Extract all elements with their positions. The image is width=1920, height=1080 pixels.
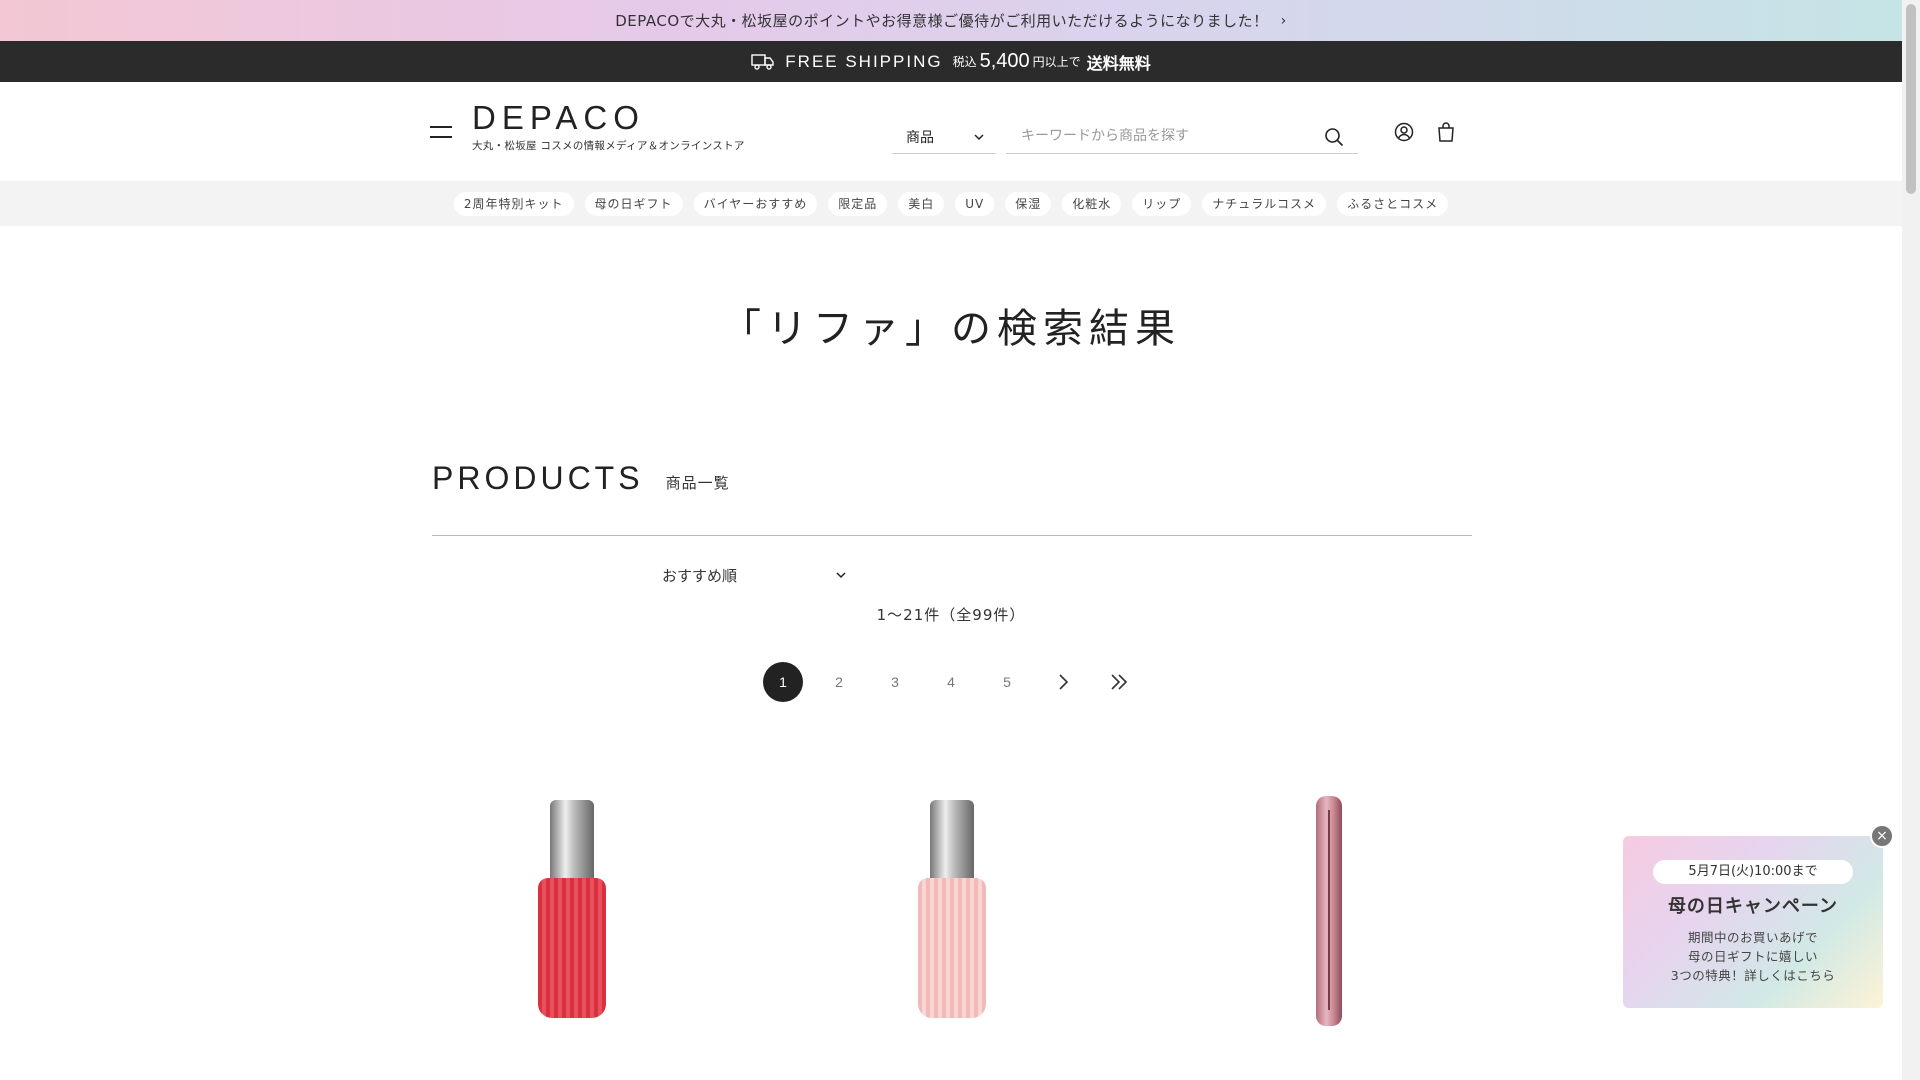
search-category-select[interactable]: 商品 [892, 120, 996, 154]
bottle-cap [550, 800, 594, 880]
scrollbar[interactable] [1902, 0, 1920, 1080]
campaign-line-2: 母の日ギフトに嬉しい [1687, 949, 1818, 964]
page-1-button[interactable]: 1 [763, 662, 803, 702]
tax-label: 税込 [952, 55, 977, 69]
logo-tagline: 大丸・松坂屋 コスメの情報メディア＆オンラインストア [472, 140, 745, 152]
page-2-button[interactable]: 2 [819, 662, 859, 702]
pagination: 1 2 3 4 5 [0, 662, 1902, 702]
tag-whitening[interactable]: 美白 [898, 191, 945, 216]
shipping-threshold: 5,400 [979, 50, 1030, 72]
bottle-cap [930, 800, 974, 880]
tag-anniversary-kit[interactable]: 2周年特別キット [453, 191, 574, 216]
campaign-line-3: 3つの特典！詳しくはこちら [1670, 968, 1836, 983]
page-3-button[interactable]: 3 [875, 662, 915, 702]
last-page-icon[interactable] [1099, 662, 1139, 702]
section-divider [432, 535, 1472, 536]
hair-iron-seam [1328, 810, 1330, 1010]
tag-limited[interactable]: 限定品 [828, 191, 888, 216]
tag-buyer-recommend[interactable]: バイヤーおすすめ [693, 191, 818, 216]
search-category-value: 商品 [906, 129, 934, 146]
products-heading: PRODUCTS 商品一覧 [432, 458, 730, 498]
chevron-down-icon [974, 133, 984, 140]
site-header: DEPACO 大丸・松坂屋 コスメの情報メディア＆オンラインストア 商品 [0, 82, 1902, 181]
products-subtitle: 商品一覧 [665, 474, 730, 492]
tag-uv[interactable]: UV [955, 191, 995, 216]
tag-moisturizing[interactable]: 保湿 [1005, 191, 1052, 216]
truck-icon [751, 53, 774, 70]
promo-banner[interactable]: DEPACOで大丸・松坂屋のポイントやお得意様ご優待がご利用いただけるようになり… [0, 0, 1902, 41]
sort-value: おすすめ順 [662, 566, 738, 585]
campaign-description: 期間中のお買いあげで 母の日ギフトに嬉しい 3つの特典！詳しくはこちら [1623, 928, 1883, 985]
shipping-bar: FREE SHIPPING 税込 5,400 円以上で 送料無料 [0, 41, 1902, 82]
result-count: 1〜21件（全99件） [876, 606, 1026, 624]
shopping-bag-icon[interactable] [1437, 122, 1455, 142]
products-title: PRODUCTS [432, 460, 644, 496]
search-input[interactable] [1006, 120, 1306, 152]
site-logo[interactable]: DEPACO 大丸・松坂屋 コスメの情報メディア＆オンラインストア [472, 100, 745, 153]
product-image-refa-hair-iron[interactable] [1266, 790, 1386, 1030]
search-field [1006, 120, 1358, 154]
tag-bar: 2周年特別キット 母の日ギフト バイヤーおすすめ 限定品 美白 UV 保湿 化粧… [0, 181, 1902, 226]
campaign-title: 母の日キャンペーン [1667, 896, 1839, 917]
bottle-body [918, 878, 986, 1018]
next-page-icon[interactable] [1043, 662, 1083, 702]
campaign-line-1: 期間中のお買いあげで [1687, 930, 1818, 945]
sort-select[interactable]: おすすめ順 [662, 562, 846, 588]
tag-natural-cosme[interactable]: ナチュラルコスメ [1202, 191, 1327, 216]
user-account-icon[interactable] [1394, 122, 1414, 142]
tag-furusato-cosme[interactable]: ふるさとコスメ [1337, 191, 1449, 216]
chevron-right-icon: › [1280, 12, 1287, 29]
search-icon[interactable] [1324, 127, 1344, 147]
campaign-deadline-badge: 5月7日(火)10:00まで [1653, 860, 1853, 884]
tag-mothers-day-gift[interactable]: 母の日ギフト [584, 191, 683, 216]
bottle-body [538, 878, 606, 1018]
hamburger-menu-icon[interactable] [430, 122, 454, 142]
tag-lotion[interactable]: 化粧水 [1062, 191, 1122, 216]
page-4-button[interactable]: 4 [931, 662, 971, 702]
free-shipping-emphasis: 送料無料 [1086, 53, 1151, 73]
promo-text: DEPACOで大丸・松坂屋のポイントやお得意様ご優待がご利用いただけるようになり… [615, 12, 1269, 30]
shipping-suffix: 円以上で [1032, 55, 1081, 69]
product-image-refa-red-bottle[interactable] [508, 790, 628, 1030]
logo-text: DEPACO [472, 99, 645, 136]
free-shipping-label: FREE SHIPPING [785, 51, 943, 71]
product-image-refa-pink-bottle[interactable] [888, 790, 1008, 1030]
page-5-button[interactable]: 5 [987, 662, 1027, 702]
page-title: 「リファ」の検索結果 [721, 306, 1181, 352]
tag-lip[interactable]: リップ [1132, 191, 1192, 216]
chevron-down-icon [836, 572, 846, 579]
close-icon[interactable]: × [1870, 824, 1894, 848]
campaign-popup[interactable]: 5月7日(火)10:00まで 母の日キャンペーン 期間中のお買いあげで 母の日ギ… [1623, 836, 1883, 1008]
scrollbar-thumb[interactable] [1906, 4, 1916, 194]
